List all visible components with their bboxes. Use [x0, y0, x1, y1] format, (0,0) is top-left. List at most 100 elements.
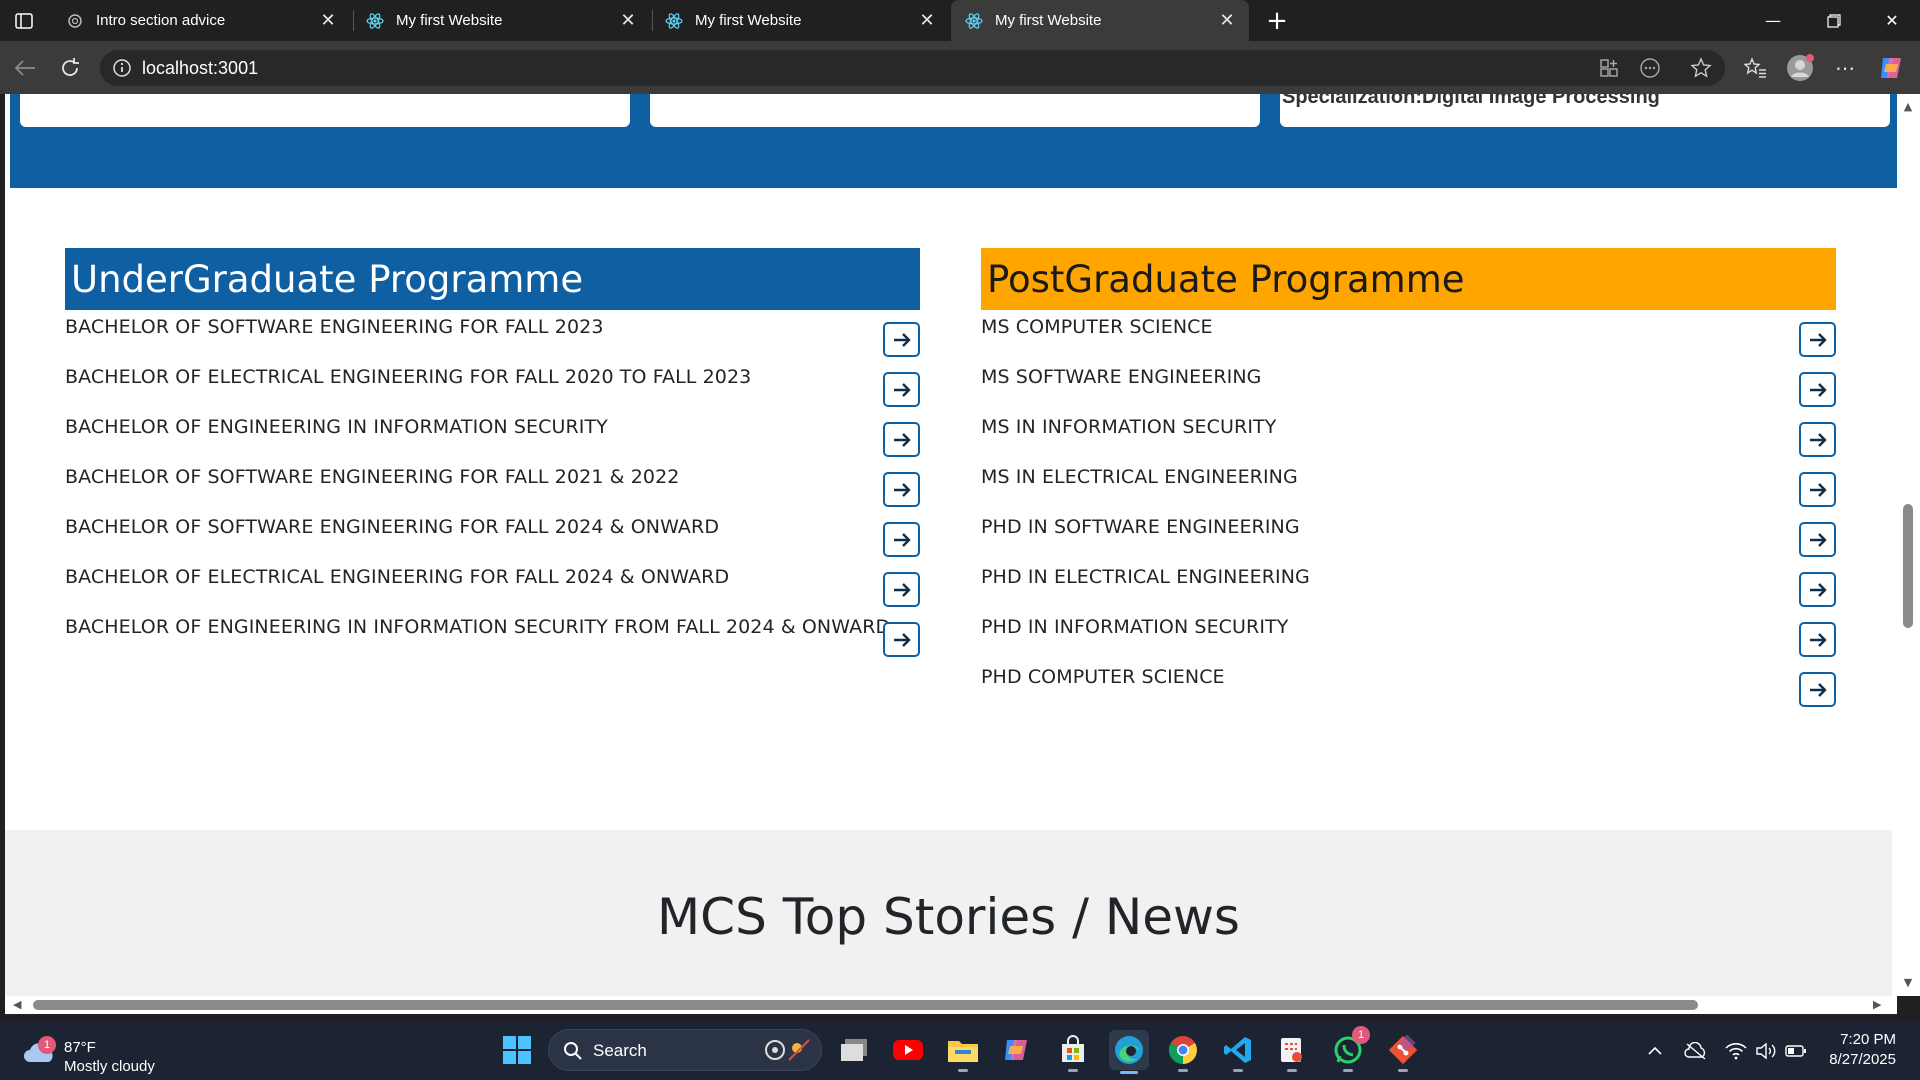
arrow-right-icon[interactable]	[883, 322, 920, 357]
whatsapp-icon[interactable]: 1	[1330, 1026, 1370, 1072]
close-tab-icon[interactable]: ✕	[318, 10, 338, 31]
browser-tab-bar: Intro section advice ✕ My first Website …	[0, 0, 1920, 41]
arrow-right-icon[interactable]	[883, 372, 920, 407]
task-view-icon[interactable]	[836, 1032, 872, 1068]
onedrive-offline-icon[interactable]	[1683, 1040, 1709, 1062]
programme-label: BACHELOR OF ENGINEERING IN INFORMATION S…	[65, 416, 608, 438]
favorite-star-icon[interactable]	[1689, 56, 1713, 80]
vertical-scrollbar[interactable]: ▲ ▼	[1897, 94, 1920, 996]
arrow-right-icon[interactable]	[883, 422, 920, 457]
programme-row: BACHELOR OF ENGINEERING IN INFORMATION S…	[65, 610, 920, 660]
arrow-right-icon[interactable]	[883, 622, 920, 657]
running-indicator	[1398, 1069, 1408, 1072]
arrow-right-icon[interactable]	[1799, 472, 1836, 507]
arrow-right-icon[interactable]	[1799, 622, 1836, 657]
programme-label: PHD COMPUTER SCIENCE	[981, 666, 1225, 688]
favorites-icon[interactable]	[1740, 53, 1770, 83]
tab-actions-icon[interactable]	[12, 9, 36, 33]
copilot-app-icon[interactable]	[1000, 1032, 1036, 1068]
arrow-right-icon[interactable]	[883, 522, 920, 557]
site-info-icon[interactable]	[112, 58, 132, 78]
vscode-icon[interactable]	[1220, 1032, 1256, 1072]
volume-icon[interactable]	[1753, 1040, 1779, 1062]
arrow-right-icon[interactable]	[883, 572, 920, 607]
battery-icon[interactable]	[1783, 1040, 1809, 1062]
page-viewport: Specialization:Digital Image Processing …	[5, 94, 1897, 996]
openai-icon	[66, 12, 84, 30]
tab-title: My first Website	[396, 12, 503, 29]
chrome-icon[interactable]	[1165, 1032, 1201, 1072]
programme-label: MS SOFTWARE ENGINEERING	[981, 366, 1262, 388]
app-available-icon[interactable]	[1597, 56, 1621, 80]
arrow-right-icon[interactable]	[1799, 572, 1836, 607]
running-indicator	[1343, 1069, 1353, 1072]
programme-label: PHD IN SOFTWARE ENGINEERING	[981, 516, 1300, 538]
programme-label: MS COMPUTER SCIENCE	[981, 316, 1213, 338]
taskbar-search[interactable]: Search	[548, 1029, 822, 1071]
running-indicator	[1120, 1071, 1138, 1074]
scroll-left-icon[interactable]: ◀	[13, 999, 25, 1011]
postgraduate-heading: PostGraduate Programme	[981, 248, 1836, 310]
tab-intro-section-advice[interactable]: Intro section advice ✕	[52, 0, 350, 41]
microsoft-store-icon[interactable]	[1055, 1032, 1091, 1072]
faculty-card	[650, 94, 1260, 127]
programme-row: PHD IN SOFTWARE ENGINEERING	[981, 510, 1836, 560]
horizontal-scroll-thumb[interactable]	[33, 1000, 1698, 1010]
more-options-icon[interactable]: ⋯	[1830, 53, 1860, 83]
search-icon	[564, 1042, 582, 1060]
windows-start-icon[interactable]	[499, 1032, 535, 1068]
horizontal-scrollbar[interactable]: ◀ ▶	[5, 996, 1897, 1014]
weather-widget[interactable]: 1 87°F Mostly cloudy	[20, 1030, 180, 1075]
reading-view-icon[interactable]	[1638, 56, 1662, 80]
edge-browser-icon[interactable]	[1109, 1030, 1149, 1074]
arrow-right-icon[interactable]	[1799, 672, 1836, 707]
arrow-right-icon[interactable]	[1799, 322, 1836, 357]
react-icon	[965, 12, 983, 30]
wifi-icon[interactable]	[1723, 1040, 1749, 1062]
react-icon	[366, 12, 384, 30]
weather-condition: Mostly cloudy	[64, 1058, 155, 1075]
clock-time: 7:20 PM	[1840, 1031, 1896, 1048]
tab-my-first-website-2[interactable]: My first Website ✕	[651, 0, 949, 41]
arrow-right-icon[interactable]	[1799, 522, 1836, 557]
youtube-icon[interactable]	[890, 1032, 926, 1068]
arrow-right-icon[interactable]	[1799, 422, 1836, 457]
arrow-right-icon[interactable]	[1799, 372, 1836, 407]
show-hidden-icons-chevron-icon[interactable]	[1645, 1040, 1665, 1062]
restore-icon[interactable]	[1806, 0, 1862, 41]
new-tab-button[interactable]: +	[1262, 6, 1292, 36]
file-explorer-icon[interactable]	[945, 1032, 981, 1072]
programme-label: BACHELOR OF SOFTWARE ENGINEERING FOR FAL…	[65, 316, 604, 338]
git-icon[interactable]	[1385, 1032, 1421, 1072]
vertical-scroll-thumb[interactable]	[1903, 504, 1913, 628]
close-window-icon[interactable]: ✕	[1864, 0, 1920, 41]
programme-label: BACHELOR OF SOFTWARE ENGINEERING FOR FAL…	[65, 466, 680, 488]
scroll-up-icon[interactable]: ▲	[1902, 101, 1914, 112]
close-tab-icon[interactable]: ✕	[618, 10, 638, 31]
snipping-tool-icon[interactable]	[1274, 1032, 1310, 1072]
programme-row: MS IN INFORMATION SECURITY	[981, 410, 1836, 460]
close-tab-icon[interactable]: ✕	[917, 10, 937, 31]
programme-label: BACHELOR OF ELECTRICAL ENGINEERING FOR F…	[65, 566, 730, 588]
clock-date: 8/27/2025	[1829, 1051, 1896, 1068]
profile-avatar[interactable]	[1785, 53, 1815, 83]
running-indicator	[1178, 1069, 1188, 1072]
programme-row: BACHELOR OF SOFTWARE ENGINEERING FOR FAL…	[65, 460, 920, 510]
address-bar[interactable]: localhost:3001	[100, 50, 1725, 86]
system-clock[interactable]: 7:20 PM 8/27/2025	[1829, 1030, 1896, 1070]
back-icon[interactable]	[10, 53, 40, 83]
scroll-down-icon[interactable]: ▼	[1902, 977, 1914, 988]
close-tab-icon[interactable]: ✕	[1217, 10, 1237, 31]
undergraduate-heading: UnderGraduate Programme	[65, 248, 920, 310]
refresh-icon[interactable]	[55, 53, 85, 83]
tab-title: My first Website	[695, 12, 802, 29]
arrow-right-icon[interactable]	[883, 472, 920, 507]
tab-my-first-website-active[interactable]: My first Website ✕	[951, 0, 1249, 41]
faculty-specialization: Specialization:Digital Image Processing	[1282, 94, 1660, 108]
running-indicator	[958, 1069, 968, 1072]
programme-row: BACHELOR OF ENGINEERING IN INFORMATION S…	[65, 410, 920, 460]
tab-my-first-website-1[interactable]: My first Website ✕	[352, 0, 650, 41]
minimize-icon[interactable]: —	[1745, 0, 1801, 41]
copilot-icon[interactable]	[1876, 53, 1906, 83]
scroll-right-icon[interactable]: ▶	[1873, 999, 1885, 1011]
